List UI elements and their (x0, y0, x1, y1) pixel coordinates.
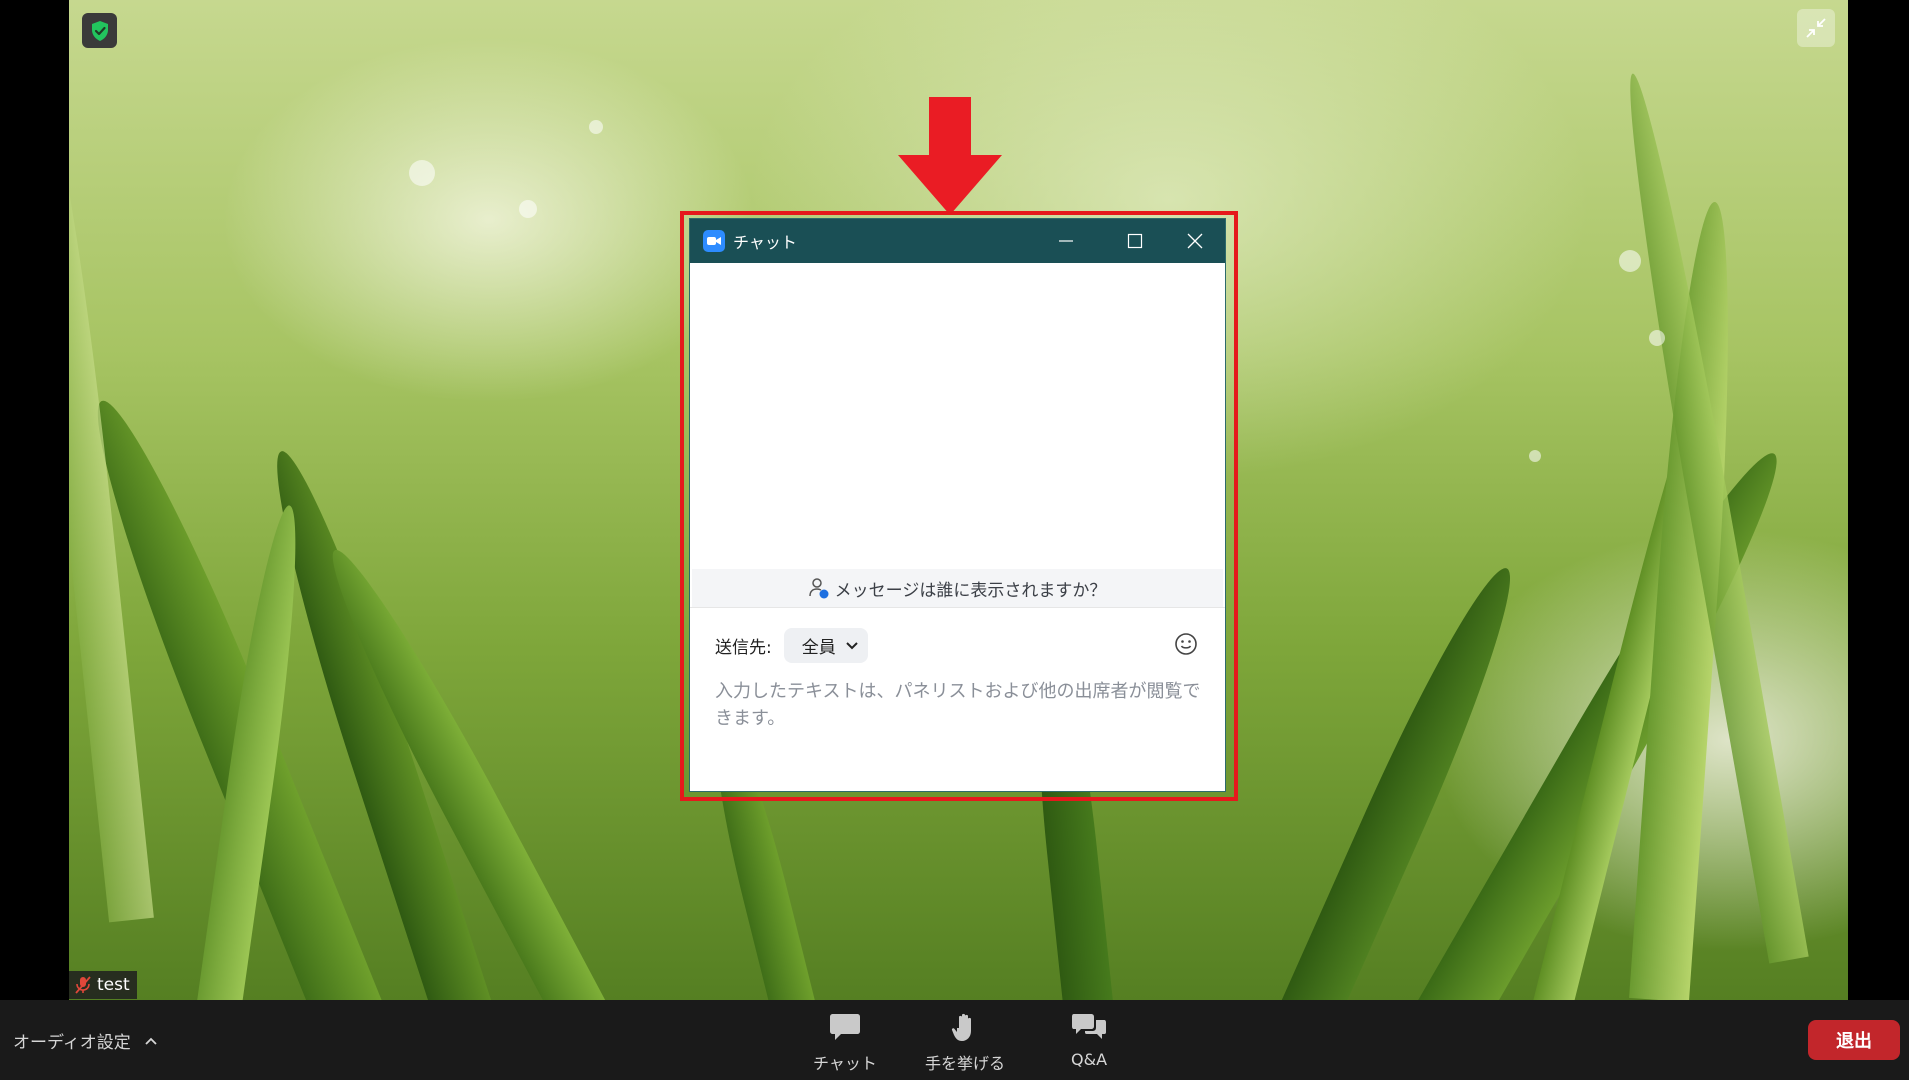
participant-name-tag: test (69, 971, 137, 999)
meeting-toolbar: オーディオ設定 チャット 手を挙げる Q&A 退出 (0, 1000, 1909, 1080)
chat-window-title: チャット (733, 233, 797, 252)
collapse-icon (1806, 18, 1826, 38)
chat-message-area[interactable] (690, 263, 1225, 569)
chat-button-label: チャット (813, 1054, 877, 1073)
leave-button[interactable]: 退出 (1808, 1020, 1900, 1060)
raise-hand-icon (951, 1013, 971, 1041)
who-can-see-text: メッセージは誰に表示されますか？ (834, 580, 1107, 601)
exit-fullscreen-button[interactable] (1797, 9, 1835, 47)
chat-bubble-icon (829, 1014, 860, 1040)
close-button[interactable] (1165, 219, 1225, 263)
recipient-row: 送信先: 全員 (715, 628, 868, 663)
emoji-button[interactable] (1173, 631, 1199, 657)
mic-muted-icon (75, 976, 91, 994)
qa-button[interactable]: Q&A (1071, 1012, 1107, 1069)
chat-button[interactable]: チャット (813, 1012, 877, 1074)
recipient-value: 全員 (801, 638, 836, 658)
zoom-app-icon (703, 230, 725, 252)
chat-compose-area: 送信先: 全員 入力したテキストは、パネリストおよび他の出席者が閲覧できます。 (690, 607, 1225, 791)
raise-hand-button[interactable]: 手を挙げる (925, 1012, 1005, 1074)
who-can-see-messages-link[interactable]: メッセージは誰に表示されますか？ (692, 569, 1223, 607)
minimize-button[interactable] (1036, 219, 1096, 263)
chat-window: チャット メッセージは誰に表示されますか？ 送信先: 全員 入力したテキストは、… (690, 219, 1225, 791)
close-icon (1187, 233, 1203, 249)
shield-check-icon (91, 20, 108, 41)
minimize-icon (1059, 240, 1073, 242)
meeting-stage: test チャット メッセージは誰に表示されますか？ 送信先: 全員 入力したテ… (0, 0, 1909, 1080)
recipient-label: 送信先: (715, 638, 772, 658)
maximize-button[interactable] (1105, 219, 1165, 263)
maximize-icon (1127, 233, 1143, 249)
raise-hand-label: 手を挙げる (925, 1054, 1006, 1073)
chat-titlebar[interactable]: チャット (690, 219, 1225, 263)
annotation-arrow-icon (898, 97, 1002, 215)
participant-name: test (97, 975, 130, 995)
person-info-icon (808, 578, 829, 599)
qa-label: Q&A (1071, 1050, 1108, 1069)
audio-settings-label: オーディオ設定 (13, 1033, 131, 1053)
smiley-icon (1175, 633, 1197, 655)
message-input[interactable]: 入力したテキストは、パネリストおよび他の出席者が閲覧できます。 (715, 678, 1205, 732)
recipient-dropdown[interactable]: 全員 (783, 628, 868, 663)
qa-bubbles-icon (1072, 1014, 1106, 1039)
audio-settings-button[interactable]: オーディオ設定 (13, 1028, 157, 1053)
chevron-down-icon (846, 641, 858, 649)
security-shield-button[interactable] (82, 13, 117, 48)
chevron-up-icon (145, 1037, 157, 1045)
